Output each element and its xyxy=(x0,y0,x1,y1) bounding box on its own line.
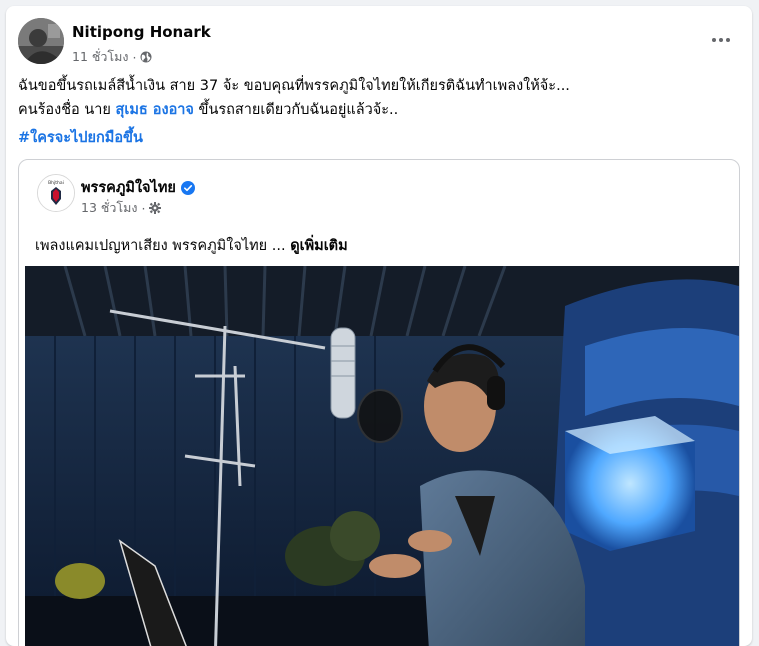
post-time[interactable]: 11 ชั่วโมง xyxy=(72,47,128,67)
author-name[interactable]: Nitipong Honark xyxy=(72,23,211,41)
studio-scene-image xyxy=(25,266,739,646)
author-avatar[interactable] xyxy=(18,18,64,64)
page-name-row: พรรคภูมิใจไทย xyxy=(81,176,195,199)
post-text-line-2: คนร้องชื่อ นาย สุเมธ องอาจ ขึ้นรถสายเดีย… xyxy=(18,98,740,122)
shared-post-time[interactable]: 13 ชั่วโมง xyxy=(81,198,137,218)
page-name[interactable]: พรรคภูมิใจไทย xyxy=(81,176,176,199)
post-header: Nitipong Honark 11 ชั่วโมง · xyxy=(18,18,740,66)
mention-link[interactable]: สุเมธ องอาจ xyxy=(116,102,194,118)
shared-post-caption: เพลงแคมเปญหาเสียง พรรคภูมิใจไทย ... xyxy=(35,238,291,254)
post-meta: 11 ชั่วโมง · xyxy=(72,47,152,67)
meta-separator: · xyxy=(132,49,137,65)
shared-post-meta: 13 ชั่วโมง · xyxy=(81,198,162,218)
post-text-line-2-prefix: คนร้องชื่อ นาย xyxy=(18,102,116,118)
shared-post[interactable]: Bhjthai พรรคภูมิใจไทย 13 ชั่วโมง · เพลงแ… xyxy=(18,159,740,646)
shared-meta-separator: · xyxy=(141,200,146,216)
settings-gear-icon[interactable] xyxy=(149,202,162,214)
feed-post: Nitipong Honark 11 ชั่วโมง · ฉันขอขึ้นรถ… xyxy=(6,6,752,646)
hashtag-link[interactable]: #ใครจะไปยกมือขึ้น xyxy=(18,126,143,149)
verified-badge-icon xyxy=(180,180,195,195)
globe-icon[interactable] xyxy=(140,51,152,63)
post-photo[interactable] xyxy=(25,266,739,646)
shared-post-text: เพลงแคมเปญหาเสียง พรรคภูมิใจไทย ... ดูเพ… xyxy=(35,234,348,257)
more-options-icon[interactable] xyxy=(706,28,736,52)
see-more-link[interactable]: ดูเพิ่มเติม xyxy=(290,238,347,254)
page-logo-text: Bhjthai xyxy=(48,180,64,186)
post-text: ฉันขอขึ้นรถเมล์สีน้ำเงิน สาย 37 จ้ะ ขอบค… xyxy=(18,74,740,122)
post-text-line-2-suffix: ขึ้นรถสายเดียวกับฉันอยู่แล้วจ้ะ.. xyxy=(193,102,399,118)
page-logo[interactable]: Bhjthai xyxy=(37,174,75,212)
post-text-line-1: ฉันขอขึ้นรถเมล์สีน้ำเงิน สาย 37 จ้ะ ขอบค… xyxy=(18,78,570,94)
